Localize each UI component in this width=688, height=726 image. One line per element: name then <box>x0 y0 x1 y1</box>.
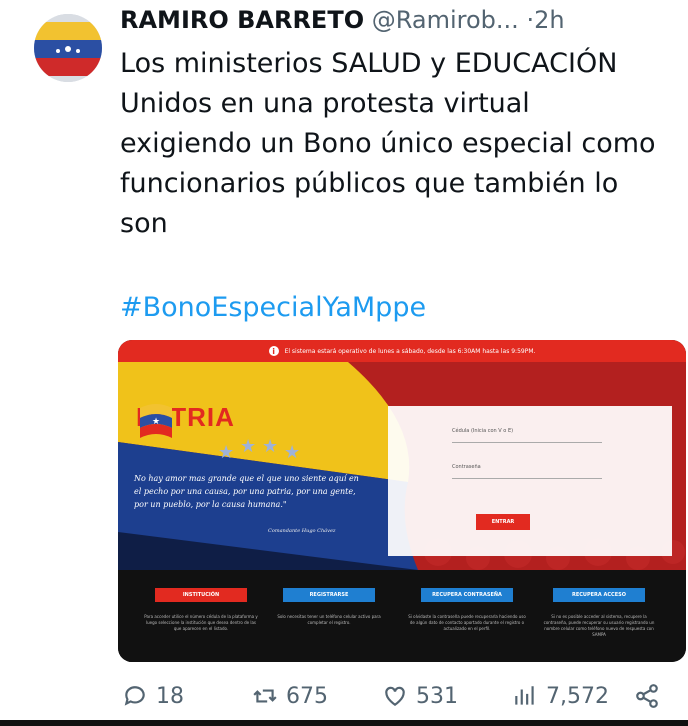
separator-dot: · <box>526 6 535 34</box>
tweet-media-image[interactable]: i El sistema estará operativo de lunes a… <box>118 340 686 662</box>
tweet-header: RAMIRO BARRETO @Ramirob... ·2h <box>120 6 565 34</box>
enter-button[interactable]: ENTRAR <box>476 514 530 530</box>
quote-text: No hay amor mas grande que el que uno si… <box>134 474 359 509</box>
tweet-text-line: Los ministerios SALUD y EDUCACIÓN <box>120 48 618 79</box>
author-avatar[interactable] <box>34 14 102 82</box>
share-icon <box>636 684 658 708</box>
reply-button[interactable]: 18 <box>122 676 184 716</box>
hero-banner: ★ ★ ★ ★ ★ PATRIA No hay amor mas grande … <box>118 362 686 570</box>
institution-button[interactable]: INSTITUCIÓN <box>155 588 247 602</box>
svg-text:★: ★ <box>284 442 300 463</box>
avatar-flag-image <box>34 14 102 82</box>
tweet-text-line: exigiendo un Bono único especial como <box>120 128 656 159</box>
heart-icon <box>385 686 405 706</box>
info-icon: i <box>268 346 279 356</box>
tweet-actions: 18 675 531 7,572 <box>120 676 680 716</box>
tweet-time[interactable]: 2h <box>534 6 564 34</box>
password-label: Contraseña <box>452 464 481 470</box>
notice-text: El sistema estará operativo de lunes a s… <box>284 347 536 355</box>
view-count: 7,572 <box>546 683 609 709</box>
password-input[interactable] <box>452 478 602 479</box>
tweet-text-line: funcionarios públicos que también lo <box>120 168 619 199</box>
author-handle[interactable]: @Ramirob... <box>372 6 519 34</box>
quote-author: Comandante Hugo Chávez <box>268 528 336 534</box>
patria-logo: ★ PATRIA <box>136 402 235 438</box>
footer-text: Si olvidaste la contraseña puede recuper… <box>408 614 526 631</box>
share-button[interactable] <box>634 676 660 716</box>
bottom-border <box>0 720 688 726</box>
cedula-input[interactable] <box>452 442 602 443</box>
footer-text: Solo necesitas tener un teléfono celular… <box>277 614 381 625</box>
tweet-text-line: son <box>120 208 168 239</box>
footer-panel: INSTITUCIÓN REGISTRARSE RECUPERA CONTRAS… <box>118 570 686 662</box>
like-button[interactable]: 531 <box>382 676 458 716</box>
footer-text: Si no es posible acceder al sistema, rec… <box>543 614 655 637</box>
login-panel: Cédula (Inicia con V o E) Contraseña ENT… <box>388 406 672 556</box>
retweet-button[interactable]: 675 <box>252 676 328 716</box>
svg-text:★: ★ <box>262 436 278 457</box>
views-chart-icon <box>515 686 534 705</box>
footer-text: Para acceder utilice el número cédula de… <box>144 614 258 631</box>
notice-bar: i El sistema estará operativo de lunes a… <box>118 340 686 362</box>
like-count: 531 <box>416 683 458 709</box>
svg-text:★: ★ <box>218 442 234 463</box>
cedula-label: Cédula (Inicia con V o E) <box>452 428 514 434</box>
register-button[interactable]: REGISTRARSE <box>283 588 375 602</box>
svg-text:★: ★ <box>152 417 160 427</box>
svg-text:★: ★ <box>240 436 256 457</box>
author-name[interactable]: RAMIRO BARRETO <box>120 6 364 34</box>
reply-count: 18 <box>156 683 184 709</box>
tweet-text: Los ministerios SALUD y EDUCACIÓN Unidos… <box>120 44 680 244</box>
patria-flag-mark-icon: ★ <box>140 404 172 438</box>
retweet-icon <box>253 689 277 703</box>
views-button[interactable]: 7,572 <box>512 676 609 716</box>
hashtag-link[interactable]: #BonoEspecialYaMppe <box>120 292 426 323</box>
retweet-count: 675 <box>286 683 328 709</box>
reply-icon <box>124 686 145 706</box>
recover-password-button[interactable]: RECUPERA CONTRASEÑA <box>421 588 513 602</box>
recover-access-button[interactable]: RECUPERA ACCESO <box>553 588 645 602</box>
tweet-text-line: Unidos en una protesta virtual <box>120 88 530 119</box>
